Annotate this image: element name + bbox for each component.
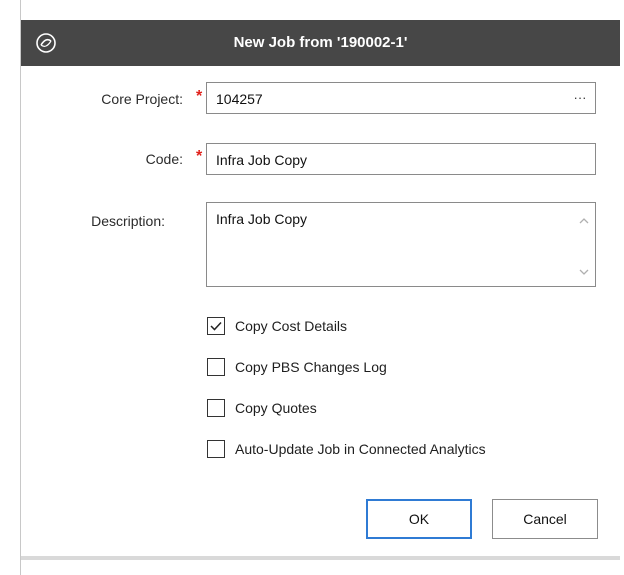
- scroll-up-arrow-icon[interactable]: [578, 216, 590, 226]
- description-field[interactable]: Infra Job Copy: [206, 202, 596, 287]
- option-copy-cost-details[interactable]: Copy Cost Details: [207, 317, 467, 337]
- code-field[interactable]: Infra Job Copy: [206, 143, 596, 175]
- core-project-value: 104257: [216, 91, 263, 107]
- checkbox[interactable]: [207, 317, 225, 335]
- checkbox[interactable]: [207, 440, 225, 458]
- cancel-button[interactable]: Cancel: [492, 499, 598, 539]
- core-project-field[interactable]: 104257 ···: [206, 82, 596, 114]
- code-label: Code:: [145, 151, 183, 167]
- code-required-marker: *: [196, 148, 203, 165]
- dialog-title: New Job from '190002-1': [233, 34, 408, 51]
- option-copy-quotes[interactable]: Copy Quotes: [207, 399, 467, 419]
- description-scrollbar[interactable]: [574, 204, 594, 285]
- core-project-label: Core Project:: [101, 91, 183, 107]
- checkmark-icon: [210, 321, 222, 331]
- option-label: Copy PBS Changes Log: [235, 359, 387, 375]
- option-label: Auto-Update Job in Connected Analytics: [235, 441, 486, 457]
- core-project-required-marker: *: [196, 88, 203, 105]
- browse-ellipsis-button[interactable]: ···: [571, 88, 589, 108]
- ok-button[interactable]: OK: [366, 499, 472, 539]
- dialog-titlebar: New Job from '190002-1': [21, 20, 620, 66]
- option-label: Copy Cost Details: [235, 318, 348, 334]
- new-job-dialog: New Job from '190002-1' Core Project: * …: [20, 0, 620, 575]
- scroll-down-arrow-icon[interactable]: [578, 267, 590, 277]
- description-label: Description:: [91, 213, 165, 229]
- description-value: Infra Job Copy: [216, 211, 308, 227]
- checkbox[interactable]: [207, 358, 225, 376]
- checkbox[interactable]: [207, 399, 225, 417]
- code-value: Infra Job Copy: [216, 152, 308, 168]
- option-label: Copy Quotes: [235, 400, 317, 416]
- dialog-bottom-edge: [21, 556, 620, 560]
- option-copy-pbs-changes-log[interactable]: Copy PBS Changes Log: [207, 358, 467, 378]
- option-auto-update-job[interactable]: Auto-Update Job in Connected Analytics: [207, 440, 597, 460]
